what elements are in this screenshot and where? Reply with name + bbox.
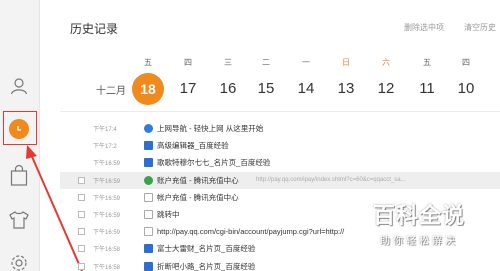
row-checkbox[interactable] [78, 245, 85, 253]
row-title[interactable]: 高级编辑器_百度经验 [157, 140, 229, 151]
row-title[interactable]: 富士大雷财_名片页_百度经验 [157, 243, 255, 254]
row-checkbox[interactable] [78, 211, 85, 219]
page-icon [144, 210, 153, 220]
row-time: 下午16:58 [93, 247, 121, 254]
weekday-label: 五 [144, 58, 152, 67]
date-selected[interactable]: 18 [132, 73, 164, 105]
delete-selected-link[interactable]: 删除选中项 [404, 22, 444, 33]
divider [60, 111, 500, 112]
row-title[interactable]: 账户充值 - 腾讯充值中心 [157, 175, 239, 186]
row-title[interactable]: 跳转中 [157, 209, 180, 220]
row-time: 下午17:4 [93, 127, 117, 134]
weekday-label: 六 [382, 58, 390, 67]
history-list: 下午17:4 上网导航 - 轻快上网 从这里开始 下午17:2 高级编辑器_百度经验下… [60, 120, 500, 271]
history-row[interactable]: 下午16:58 折断吧小路_名片页_百度经验 [60, 258, 500, 271]
row-checkbox[interactable] [78, 193, 85, 201]
row-checkbox[interactable] [78, 176, 85, 184]
baidu-paw-icon [144, 158, 153, 168]
watermark-subtitle: 助你轻松解决 [380, 236, 458, 247]
sidebar-highlight-box [3, 111, 37, 145]
row-time: 下午17:2 [93, 144, 117, 151]
baidu-paw-icon [144, 141, 153, 151]
date-item[interactable]: 11 [412, 76, 442, 102]
weekday-label: 五 [423, 58, 431, 67]
date-item[interactable]: 13 [331, 76, 361, 102]
row-title[interactable]: 上网导航 - 轻快上网 从这里开始 [157, 123, 263, 134]
page-icon [144, 192, 153, 202]
weekday-label: 一 [302, 58, 310, 67]
weekday-label: 四 [462, 58, 470, 67]
date-item[interactable]: 12 [371, 76, 401, 102]
gear-icon[interactable] [6, 250, 32, 271]
sidebar [0, 0, 40, 271]
row-title[interactable]: 折断吧小路_名片页_百度经验 [157, 261, 255, 271]
row-time: 下午16:59 [93, 178, 121, 185]
row-checkbox[interactable] [78, 262, 85, 270]
shirt-icon[interactable] [6, 207, 32, 233]
history-row[interactable]: 下午16:59 歌歌特穆尔七七_名片页_百度经验 [60, 154, 500, 171]
row-time: 下午16:59 [93, 230, 121, 237]
row-title[interactable]: 帐户充值 - 腾讯充值中心 [157, 192, 239, 203]
top-links: 删除选中项 清空历史 [404, 22, 496, 33]
date-row: 18 17 16 15 14 13 12 11 10 [0, 73, 500, 105]
globe-icon [144, 124, 153, 134]
row-time: 下午16:59 [93, 195, 121, 202]
row-title[interactable]: http://pay.qq.com/cgi-bin/account/payjum… [157, 227, 344, 236]
row-time: 下午16:59 [93, 161, 121, 168]
weekday-row: 五四三二一日六五四 [0, 57, 500, 69]
shopping-bag-icon[interactable] [6, 163, 32, 189]
history-row[interactable]: 下午17:2 高级编辑器_百度经验 [60, 137, 500, 154]
weekday-label: 三 [224, 58, 232, 67]
weekday-label: 日 [342, 58, 350, 67]
weekday-label: 四 [184, 58, 192, 67]
weekday-label: 二 [262, 58, 270, 67]
baidu-paw-icon [144, 261, 153, 271]
tencent-icon [144, 175, 153, 185]
row-title[interactable]: 歌歌特穆尔七七_名片页_百度经验 [157, 157, 270, 168]
watermark: 百科全说 助你轻松解决 [356, 198, 482, 247]
baidu-paw-icon [144, 244, 153, 254]
date-item[interactable]: 17 [173, 76, 203, 102]
history-row[interactable]: 下午16:59 账户充值 - 腾讯充值中心 http://pay.qq.com/ip… [60, 171, 500, 189]
page-title: 历史记录 [70, 22, 119, 36]
page-icon [144, 227, 153, 237]
date-item[interactable]: 14 [291, 76, 321, 102]
clear-history-link[interactable]: 清空历史 [464, 22, 496, 33]
date-item[interactable]: 16 [213, 76, 243, 102]
row-time: 下午16:58 [93, 264, 121, 271]
date-item[interactable]: 15 [251, 76, 281, 102]
row-checkbox[interactable] [78, 228, 85, 236]
watermark-title: 百科全说 [372, 203, 465, 228]
date-item[interactable]: 10 [451, 76, 481, 102]
history-row[interactable]: 下午17:4 上网导航 - 轻快上网 从这里开始 [60, 120, 500, 137]
row-url: http://pay.qq.com/ipay/index.shtml?c=60&… [256, 177, 406, 184]
row-time: 下午16:59 [93, 213, 121, 220]
